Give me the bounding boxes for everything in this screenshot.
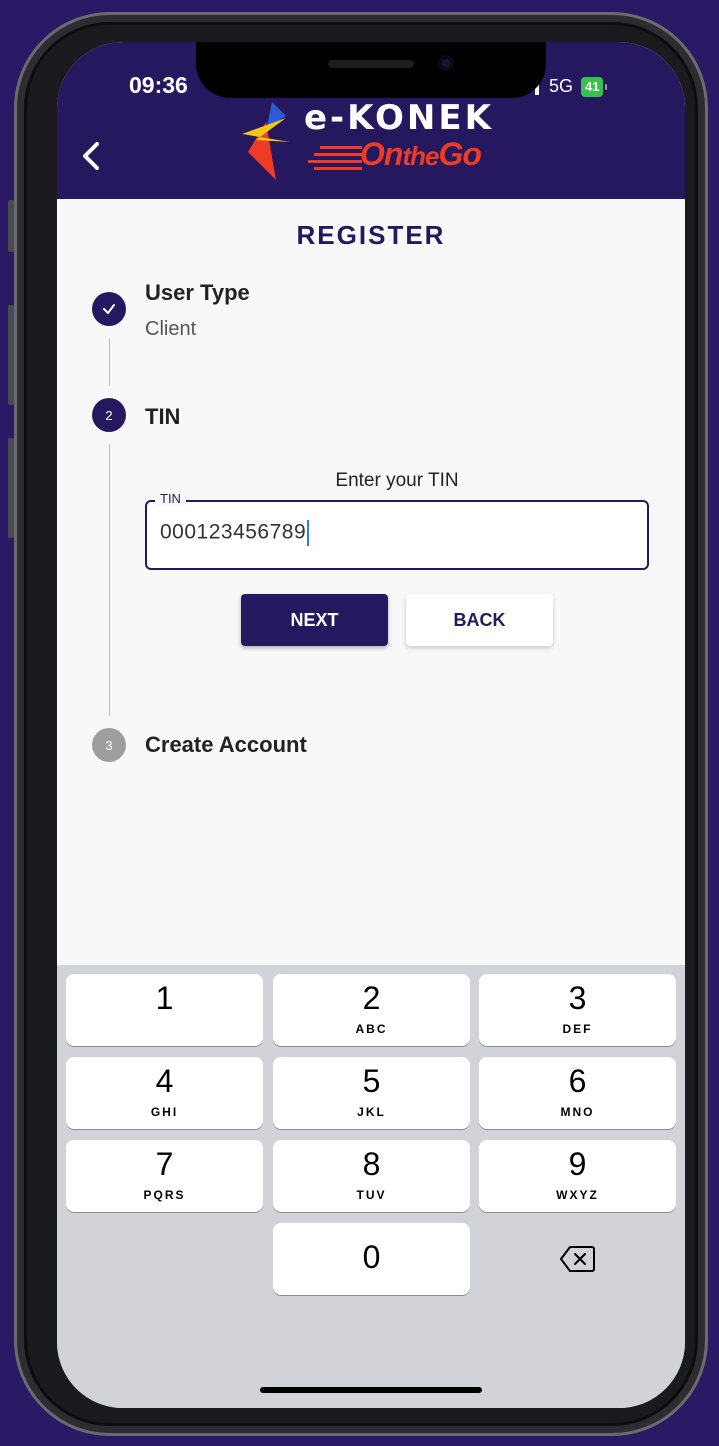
key-digit: 8 [362,1146,381,1182]
key-letters: MNO [560,1105,595,1119]
key-1[interactable]: 1 [66,974,263,1046]
front-camera-icon [438,55,454,71]
step-3-title: Create Account [145,732,307,757]
step-3-badge: 3 [92,728,126,762]
key-digit: 2 [362,980,381,1016]
backspace-icon [560,1246,595,1272]
key-4[interactable]: 4 GHI [66,1057,263,1129]
battery-icon: 41 [581,76,609,97]
check-icon [103,304,115,314]
logo-speed-lines-icon [308,146,362,170]
key-digit: 0 [362,1239,381,1275]
step-1-complete-badge [92,292,126,326]
step-2-title: TIN [145,404,181,429]
key-letters: ABC [355,1022,388,1036]
key-6[interactable]: 6 MNO [479,1057,676,1129]
logo-subtitle: OntheGo [360,136,482,172]
device-notch [196,42,546,98]
step-connector [109,444,110,716]
tin-field-label: TIN [155,491,186,506]
speaker-grille [328,60,414,68]
key-3[interactable]: 3 DEF [479,974,676,1046]
key-letters: DEF [562,1022,593,1036]
key-digit: 3 [568,980,587,1016]
key-2[interactable]: 2 ABC [273,974,470,1046]
key-5[interactable]: 5 JKL [273,1057,470,1129]
key-digit: 1 [155,980,174,1016]
key-digit: 6 [568,1063,587,1099]
tin-value-text: 000123456789 [160,520,307,544]
home-indicator[interactable] [260,1387,482,1393]
side-button [8,305,14,405]
key-9[interactable]: 9 WXYZ [479,1140,676,1212]
key-digit: 9 [568,1146,587,1182]
side-button [8,438,14,538]
next-button[interactable]: NEXT [241,594,388,646]
step-1-title: User Type [145,280,250,305]
key-letters: GHI [150,1105,179,1119]
app-screen: 09:36 5G 41 e-KONEK OntheGo REGISTER Use… [57,42,685,1408]
key-0[interactable]: 0 [273,1223,470,1295]
key-8[interactable]: 8 TUV [273,1140,470,1212]
step-connector [109,338,110,386]
key-letters: TUV [356,1188,387,1202]
key-letters: WXYZ [556,1188,599,1202]
text-caret [307,520,310,546]
logo-mark-icon [242,102,290,180]
delete-key[interactable] [479,1223,676,1295]
back-chevron-icon[interactable] [77,136,105,176]
key-digit: 4 [155,1063,174,1099]
back-button[interactable]: BACK [406,594,553,646]
tin-field-value[interactable]: 000123456789 [160,520,310,546]
logo-title: e-KONEK [304,98,494,138]
status-time: 09:36 [129,72,188,98]
key-letters: JKL [357,1105,386,1119]
app-header: 09:36 5G 41 e-KONEK OntheGo [57,42,685,199]
step-2-badge: 2 [92,398,126,432]
key-digit: 5 [362,1063,381,1099]
network-label: 5G [549,76,574,96]
status-indicators: 5G 41 [533,76,609,97]
key-digit: 7 [155,1146,174,1182]
tin-input[interactable]: TIN 000123456789 [145,491,649,570]
step-1-subtitle: Client [145,318,197,340]
key-7[interactable]: 7 PQRS [66,1140,263,1212]
tin-prompt: Enter your TIN [335,470,459,491]
numeric-keypad: 1 2 ABC 3 DEF 4 GHI 5 JKL 6 MNO 7 PQRS 8 TUV 9 W… [57,965,685,1408]
page-title: REGISTER [296,220,446,250]
app-logo: e-KONEK OntheGo [242,96,512,186]
key-letters: PQRS [143,1188,186,1202]
side-button [8,200,14,252]
